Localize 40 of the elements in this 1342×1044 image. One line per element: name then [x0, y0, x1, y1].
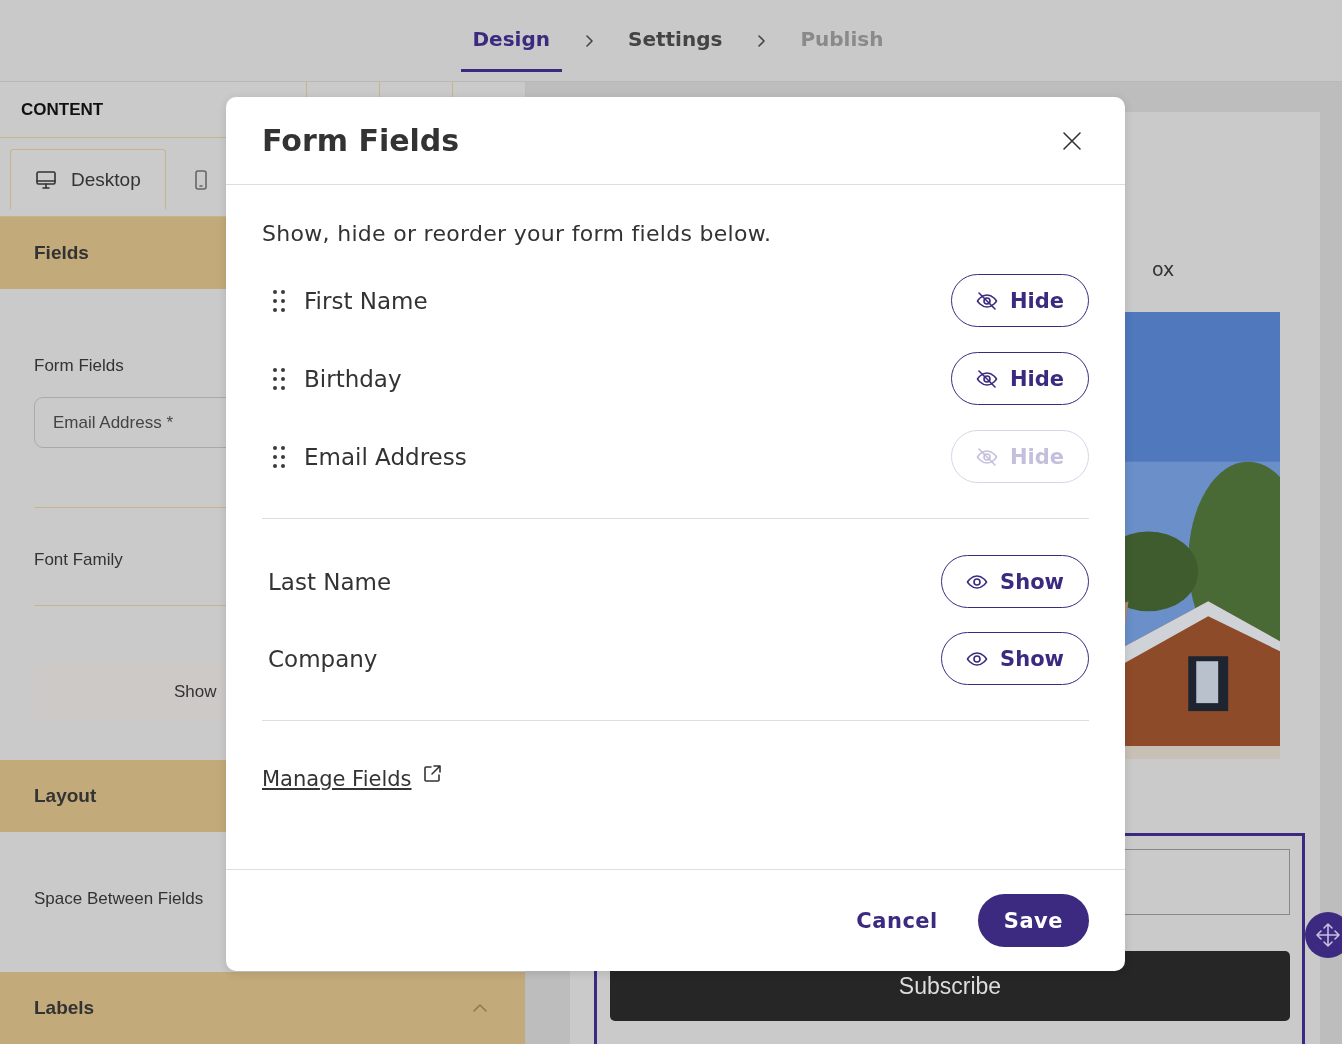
intro-text: Show, hide or reorder your form fields below. — [262, 221, 773, 246]
field-label: Form Fields — [34, 356, 124, 376]
field-label: Space Between Fields — [34, 889, 204, 909]
move-handle[interactable] — [1305, 912, 1342, 958]
field-name: Last Name — [268, 568, 393, 595]
close-button[interactable] — [1061, 129, 1083, 152]
close-icon — [1061, 129, 1083, 152]
eye-slash-icon — [975, 446, 998, 467]
monitor-icon — [35, 168, 57, 191]
field-name: First Name — [304, 287, 429, 314]
phone-icon — [192, 168, 209, 191]
cancel-button[interactable]: Cancel — [852, 898, 942, 943]
section-title: Labels — [34, 997, 95, 1019]
dialog-title: Form Fields — [262, 123, 460, 158]
save-button[interactable]: Save — [977, 894, 1089, 947]
heading-text: ox — [1151, 258, 1176, 280]
section-title: Fields — [34, 242, 89, 264]
step-tab[interactable]: Design — [460, 9, 562, 72]
show-button[interactable]: Show — [941, 632, 1089, 685]
move-icon — [1315, 922, 1341, 948]
field-name: Birthday — [304, 365, 403, 392]
chevron-right-icon — [584, 33, 594, 48]
external-link-icon — [421, 764, 442, 784]
step-tab[interactable]: Settings — [616, 0, 735, 82]
hide-button[interactable]: Hide — [950, 352, 1089, 405]
show-button[interactable]: Show — [941, 555, 1089, 608]
eye-slash-icon — [975, 290, 998, 311]
drag-handle-icon[interactable] — [272, 366, 286, 391]
hide-button[interactable]: Hide — [950, 274, 1089, 327]
section-header[interactable]: Labels — [0, 972, 525, 1044]
section-title: Layout — [34, 785, 97, 807]
eye-slash-icon — [975, 368, 998, 389]
manage-fields-link[interactable]: Manage Fields — [262, 767, 442, 791]
field-label: Font Family — [34, 550, 123, 570]
chevron-right-icon — [756, 33, 767, 48]
drag-handle-icon[interactable] — [272, 444, 286, 469]
device-tab[interactable]: Desktop — [10, 149, 166, 210]
panel-title: CONTENT — [21, 99, 104, 120]
drag-handle-icon[interactable] — [272, 288, 286, 313]
field-name: Company — [268, 645, 379, 672]
